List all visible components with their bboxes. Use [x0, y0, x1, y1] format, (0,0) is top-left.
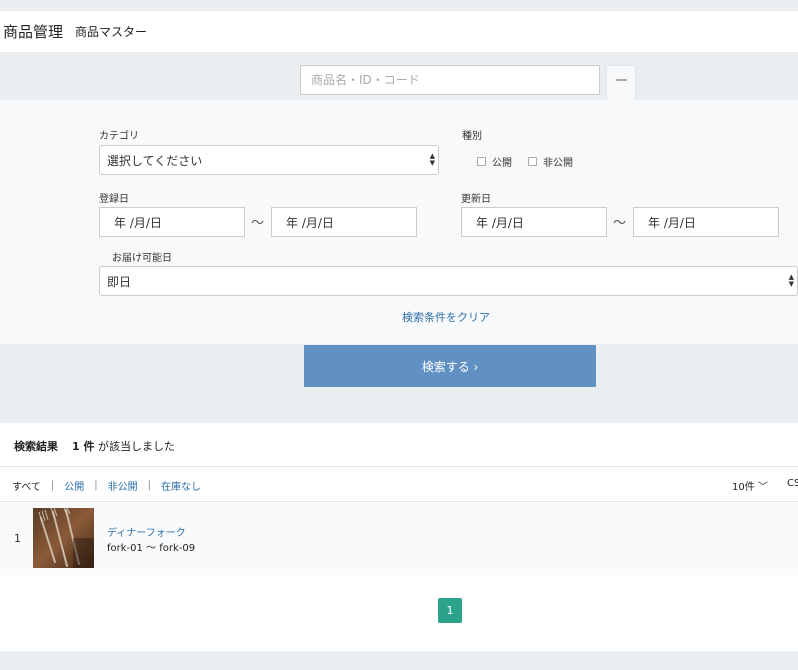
results-heading-label: 検索結果 — [14, 440, 58, 453]
checkbox-icon — [477, 157, 486, 166]
type-checkbox-private[interactable]: 非公開 — [528, 154, 573, 169]
status-filter-tabs: すべて | 公開 | 非公開 | 在庫なし — [12, 478, 201, 493]
page-subtitle: 商品マスター — [75, 25, 148, 39]
clear-conditions-link[interactable]: 検索条件をクリア — [402, 309, 490, 325]
tab-private[interactable]: 非公開 — [108, 478, 138, 493]
minus-icon — [616, 79, 627, 81]
delivery-select[interactable]: 即日 ▲ ▼ — [99, 266, 798, 296]
tab-separator: | — [50, 480, 55, 491]
search-button[interactable]: 検索する › — [304, 345, 596, 387]
results-section: 検索結果 1 件 が該当しました すべて | 公開 | 非公開 | 在庫なし 1… — [0, 423, 798, 651]
csv-download-button[interactable]: CSV — [787, 478, 798, 489]
results-count-suffix: が該当しました — [97, 440, 175, 453]
category-label: カテゴリ — [99, 131, 139, 142]
page-header: 商品管理 商品マスター — [0, 11, 798, 52]
category-selected-value: 選択してください — [107, 153, 203, 168]
per-page-dropdown[interactable]: 10件 ﹀ — [732, 478, 768, 493]
checkbox-icon — [528, 157, 537, 166]
results-count: 1 件 — [72, 440, 95, 453]
collapse-toggle-button[interactable] — [606, 65, 636, 101]
tab-public[interactable]: 公開 — [64, 478, 84, 493]
tab-separator: | — [147, 480, 152, 491]
row-index: 1 — [14, 532, 21, 545]
tab-out-of-stock[interactable]: 在庫なし — [161, 478, 201, 493]
delivery-selected-value: 即日 — [107, 274, 132, 289]
updated-from-input[interactable]: 年 /月/日 — [461, 207, 607, 237]
type-label: 種別 — [462, 131, 482, 142]
type-checkbox-public[interactable]: 公開 — [477, 154, 512, 169]
search-panel: カテゴリ 選択してください ▲ ▼ 種別 公開 非公開 登録日 年 /月/日 〜 … — [0, 100, 798, 344]
category-select[interactable]: 選択してください ▲ ▼ — [99, 145, 439, 175]
product-name-link[interactable]: ディナーフォーク — [107, 524, 186, 539]
product-code: fork-01 〜 fork-09 — [107, 543, 196, 554]
results-heading: 検索結果 1 件 が該当しました — [14, 438, 175, 454]
registered-from-input[interactable]: 年 /月/日 — [99, 207, 245, 237]
registered-date-label: 登録日 — [99, 194, 129, 205]
type-option-label: 非公開 — [543, 158, 573, 169]
delivery-date-label: お届け可能日 — [112, 253, 172, 264]
range-separator: 〜 — [251, 216, 265, 231]
search-input[interactable] — [300, 65, 600, 95]
divider — [0, 466, 798, 467]
table-row[interactable]: 1 ディナーフォーク fork-01 〜 fork-09 — [0, 502, 798, 575]
select-arrows-icon: ▲ ▼ — [429, 152, 435, 167]
select-arrows-icon: ▲ ▼ — [788, 273, 794, 288]
type-option-label: 公開 — [492, 158, 512, 169]
updated-to-input[interactable]: 年 /月/日 — [633, 207, 779, 237]
tab-separator: | — [94, 480, 98, 491]
range-separator: 〜 — [613, 216, 627, 231]
page-title: 商品管理 — [3, 23, 64, 41]
tab-all[interactable]: すべて — [12, 478, 41, 493]
product-thumbnail — [33, 508, 94, 568]
updated-date-label: 更新日 — [461, 194, 491, 205]
registered-to-input[interactable]: 年 /月/日 — [271, 207, 417, 237]
pagination-page-1[interactable]: 1 — [438, 598, 462, 623]
